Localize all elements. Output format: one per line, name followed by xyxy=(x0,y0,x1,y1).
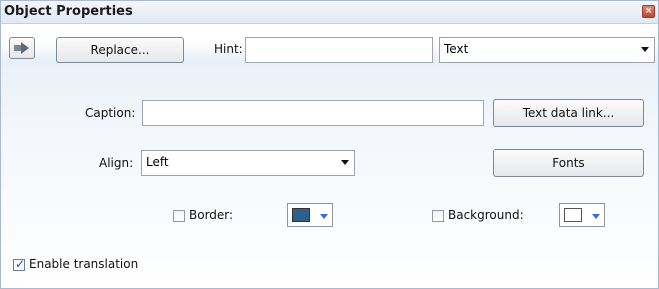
align-value: Left xyxy=(146,155,169,169)
fonts-button[interactable]: Fonts xyxy=(493,149,644,177)
type-dropdown[interactable]: Text xyxy=(439,37,655,63)
enable-translation-label: Enable translation xyxy=(29,257,139,271)
background-color-swatch xyxy=(564,208,582,222)
align-dropdown[interactable]: Left xyxy=(141,150,355,176)
checkmark-icon: ✓ xyxy=(15,257,26,271)
fonts-label: Fonts xyxy=(552,156,585,170)
chevron-down-icon xyxy=(320,214,328,219)
chevron-down-icon xyxy=(592,214,600,219)
caption-input[interactable] xyxy=(142,100,484,126)
background-checkbox[interactable] xyxy=(432,210,444,222)
replace-button[interactable]: Replace... xyxy=(56,37,184,63)
chevron-down-icon xyxy=(641,47,649,52)
background-color-picker[interactable] xyxy=(559,203,605,227)
replace-label: Replace... xyxy=(90,43,150,57)
hint-label: Hint: xyxy=(214,42,243,56)
border-label: Border: xyxy=(189,208,234,222)
border-checkbox[interactable] xyxy=(173,210,185,222)
border-color-swatch xyxy=(292,208,310,222)
close-icon[interactable]: × xyxy=(642,5,655,18)
align-label: Align: xyxy=(99,156,134,170)
arrow-button[interactable] xyxy=(9,37,35,59)
text-data-link-label: Text data link... xyxy=(522,106,615,120)
chevron-down-icon xyxy=(341,160,349,165)
caption-label: Caption: xyxy=(85,106,136,120)
arrow-right-icon xyxy=(14,42,29,54)
title-bar: Object Properties × xyxy=(1,1,658,24)
background-label: Background: xyxy=(448,208,524,222)
border-color-picker[interactable] xyxy=(287,203,333,227)
window-title: Object Properties xyxy=(4,4,133,19)
type-value: Text xyxy=(444,42,469,56)
hint-input[interactable] xyxy=(245,37,433,63)
text-data-link-button[interactable]: Text data link... xyxy=(493,99,644,127)
object-properties-panel: Object Properties × Replace... Hint: Tex… xyxy=(0,0,659,289)
enable-translation-checkbox[interactable]: ✓ xyxy=(13,257,26,271)
